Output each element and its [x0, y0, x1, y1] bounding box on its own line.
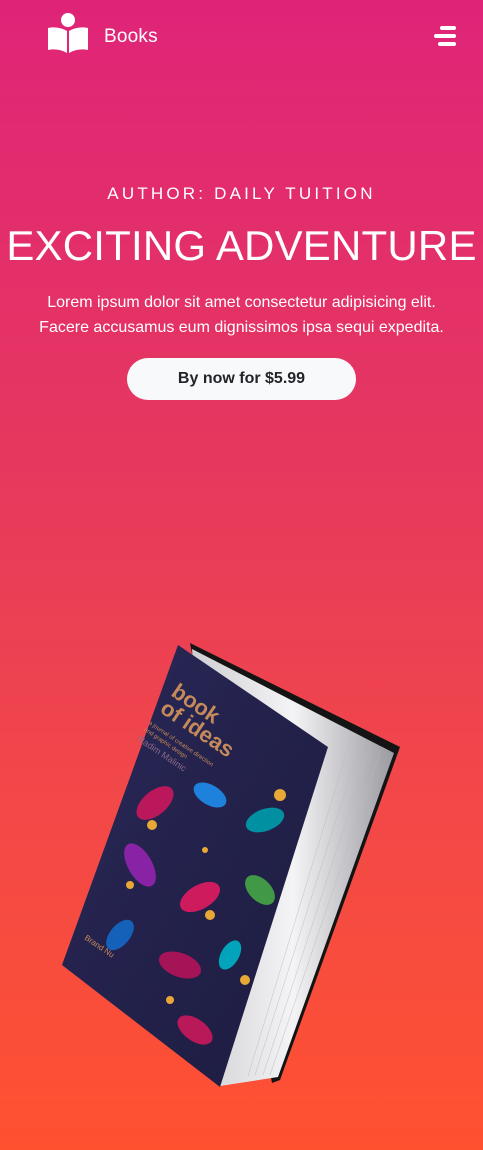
buy-button[interactable]: By now for $5.99 — [127, 358, 356, 400]
navbar: Books — [0, 0, 483, 80]
hamburger-menu-icon — [434, 26, 456, 46]
hero-description: Lorem ipsum dolor sit amet consectetur a… — [20, 290, 463, 340]
book-reader-icon — [48, 13, 88, 53]
hero-title: EXCITING ADVENTURE — [6, 222, 477, 269]
book-image: book of ideas a journal of creative dire… — [62, 643, 400, 1087]
hero-description-line: Facere accusamus eum dignissimos ipsa se… — [39, 319, 444, 336]
menu-button[interactable] — [434, 26, 456, 46]
brand-logo[interactable]: Books — [46, 12, 158, 54]
brand-name: Books — [104, 26, 158, 47]
hero-author: AUTHOR: DAILY TUITION — [107, 184, 376, 203]
hero-description-line: Lorem ipsum dolor sit amet consectetur a… — [47, 294, 436, 311]
